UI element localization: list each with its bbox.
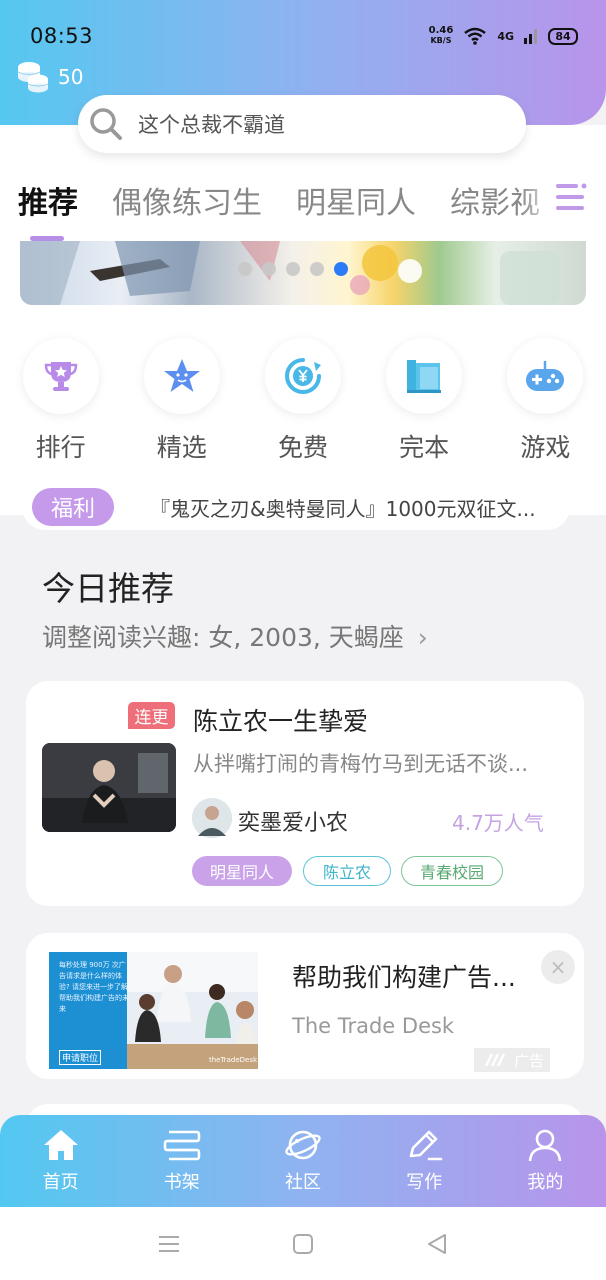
bookshelf-icon (163, 1130, 201, 1161)
quick-link-featured[interactable]: 精选 (127, 338, 237, 464)
welfare-text: 『鬼灭之刃&奥特曼同人』1000元双征文... (150, 496, 536, 521)
author-name[interactable]: 奕墨爱小农 (238, 805, 348, 837)
status-icons: 0.46 KB/S 4G 84 (429, 26, 578, 46)
welfare-badge: 福利 (32, 488, 114, 526)
signal-icon (524, 29, 537, 44)
serializing-badge: 连更 (128, 702, 175, 729)
ad-apply-button: 申请职位 (59, 1050, 102, 1065)
carousel-dot (238, 262, 252, 276)
quick-link-circle (22, 338, 99, 414)
quick-link-free[interactable]: 免费 (248, 338, 358, 464)
star-icon (163, 359, 200, 392)
section-title: 今日推荐 (42, 569, 174, 608)
author-avatar[interactable] (192, 798, 232, 838)
nav-write[interactable]: 写作 (374, 1128, 474, 1194)
book-tag[interactable]: 陈立农 (303, 856, 391, 886)
nav-bookshelf[interactable]: 书架 (132, 1128, 232, 1194)
yuan-refresh-icon (285, 358, 321, 394)
system-navigation-bar (0, 1207, 606, 1280)
quick-link-label: 免费 (277, 433, 328, 462)
carousel-dot (310, 262, 324, 276)
tab-recommend[interactable]: 推荐 (18, 178, 78, 238)
tab-celebrity-fanfic[interactable]: 明星同人 (296, 178, 416, 238)
ad-network-icon (484, 1053, 506, 1067)
category-menu-icon[interactable] (556, 182, 590, 212)
welfare-announcement[interactable]: 福利 『鬼灭之刃&奥特曼同人』1000元双征文... (22, 484, 570, 530)
nav-label: 我的 (527, 1172, 564, 1193)
nav-community[interactable]: 社区 (253, 1128, 353, 1194)
home-button-icon[interactable] (291, 1232, 315, 1256)
quick-link-circle (507, 338, 584, 414)
carousel-dot-active (334, 262, 348, 276)
net-speed-unit: KB/S (430, 36, 452, 45)
search-placeholder: 这个总裁不霸道 (138, 113, 285, 137)
close-ad-button[interactable]: × (541, 950, 575, 984)
quick-link-completed[interactable]: 完本 (369, 338, 479, 464)
quick-link-games[interactable]: 游戏 (490, 338, 600, 464)
net-speed-value: 0.46 (428, 25, 454, 36)
search-bar[interactable]: 这个总裁不霸道 (78, 95, 526, 153)
back-icon[interactable] (425, 1232, 449, 1256)
tab-idol-trainee[interactable]: 偶像练习生 (112, 178, 262, 238)
quick-link-ranking[interactable]: 排行 (6, 338, 116, 464)
ad-label-text: 广告 (513, 1051, 544, 1070)
bottom-navigation: 首页 书架 社区 写作 我的 (0, 1115, 606, 1207)
book-icon (407, 360, 442, 393)
home-icon (43, 1130, 78, 1160)
book-cover-photo (42, 743, 176, 832)
quick-link-label: 排行 (35, 433, 86, 462)
book-title[interactable]: 陈立农一生挚爱 (193, 702, 368, 738)
nav-home[interactable]: 首页 (11, 1128, 111, 1194)
pen-icon (409, 1130, 443, 1161)
reading-interest-link[interactable]: 调整阅读兴趣: 女, 2003, 天蝎座 › (42, 618, 428, 654)
quick-links: 排行 精选 免费 完本 游戏 (0, 338, 606, 464)
ad-image-text: 每秒处理 900万 次广告请求是什么样的体验? 请您来进一步了解 帮助我们构建广… (59, 961, 129, 1013)
book-tag[interactable]: 青春校园 (401, 856, 503, 886)
book-description: 从拌嘴打闹的青梅竹马到无话不谈... (193, 752, 529, 776)
coins-icon (17, 62, 49, 93)
quick-link-circle (143, 338, 220, 414)
carousel-dot (286, 262, 300, 276)
search-icon (90, 108, 122, 140)
signal-type: 4G (497, 29, 514, 43)
ad-image-brand: theTradeDesk (209, 1056, 258, 1064)
author-avatar-photo (192, 798, 232, 838)
menu-icon[interactable] (157, 1234, 181, 1254)
popularity-count: 4.7万人气 (452, 811, 544, 835)
carousel-dots (238, 262, 348, 276)
nav-profile[interactable]: 我的 (495, 1128, 595, 1194)
book-cover[interactable] (42, 743, 176, 832)
category-tabs: 推荐 偶像练习生 明星同人 综影视 (18, 178, 578, 238)
quick-link-circle (386, 338, 463, 414)
ad-label: 广告 (474, 1048, 550, 1072)
carousel-dot (262, 262, 276, 276)
quick-link-label: 精选 (156, 433, 207, 462)
wifi-icon (464, 27, 487, 45)
coin-count: 50 (58, 65, 84, 89)
quick-link-label: 完本 (399, 433, 450, 462)
nav-label: 首页 (42, 1172, 79, 1193)
gamepad-icon (526, 361, 565, 391)
battery-icon: 84 (548, 27, 578, 45)
trophy-icon (44, 362, 77, 391)
ad-title[interactable]: 帮助我们构建广告... (292, 958, 516, 994)
status-time: 08:53 (30, 24, 94, 48)
reading-interest-text: 调整阅读兴趣: 女, 2003, 天蝎座 (42, 623, 404, 652)
chevron-right-icon: › (417, 623, 428, 652)
ad-image[interactable]: 每秒处理 900万 次广告请求是什么样的体验? 请您来进一步了解 帮助我们构建广… (49, 952, 258, 1069)
net-speed: 0.46 KB/S (429, 26, 454, 46)
coin-balance[interactable]: 50 (16, 60, 83, 94)
quick-link-circle (264, 338, 341, 414)
book-tag[interactable]: 明星同人 (192, 856, 292, 886)
profile-icon (529, 1129, 562, 1162)
quick-link-label: 游戏 (520, 433, 571, 462)
planet-icon (285, 1130, 321, 1160)
nav-label: 社区 (284, 1172, 321, 1193)
ad-advertiser: The Trade Desk (292, 1014, 455, 1038)
nav-label: 写作 (406, 1172, 443, 1193)
nav-label: 书架 (163, 1172, 200, 1193)
